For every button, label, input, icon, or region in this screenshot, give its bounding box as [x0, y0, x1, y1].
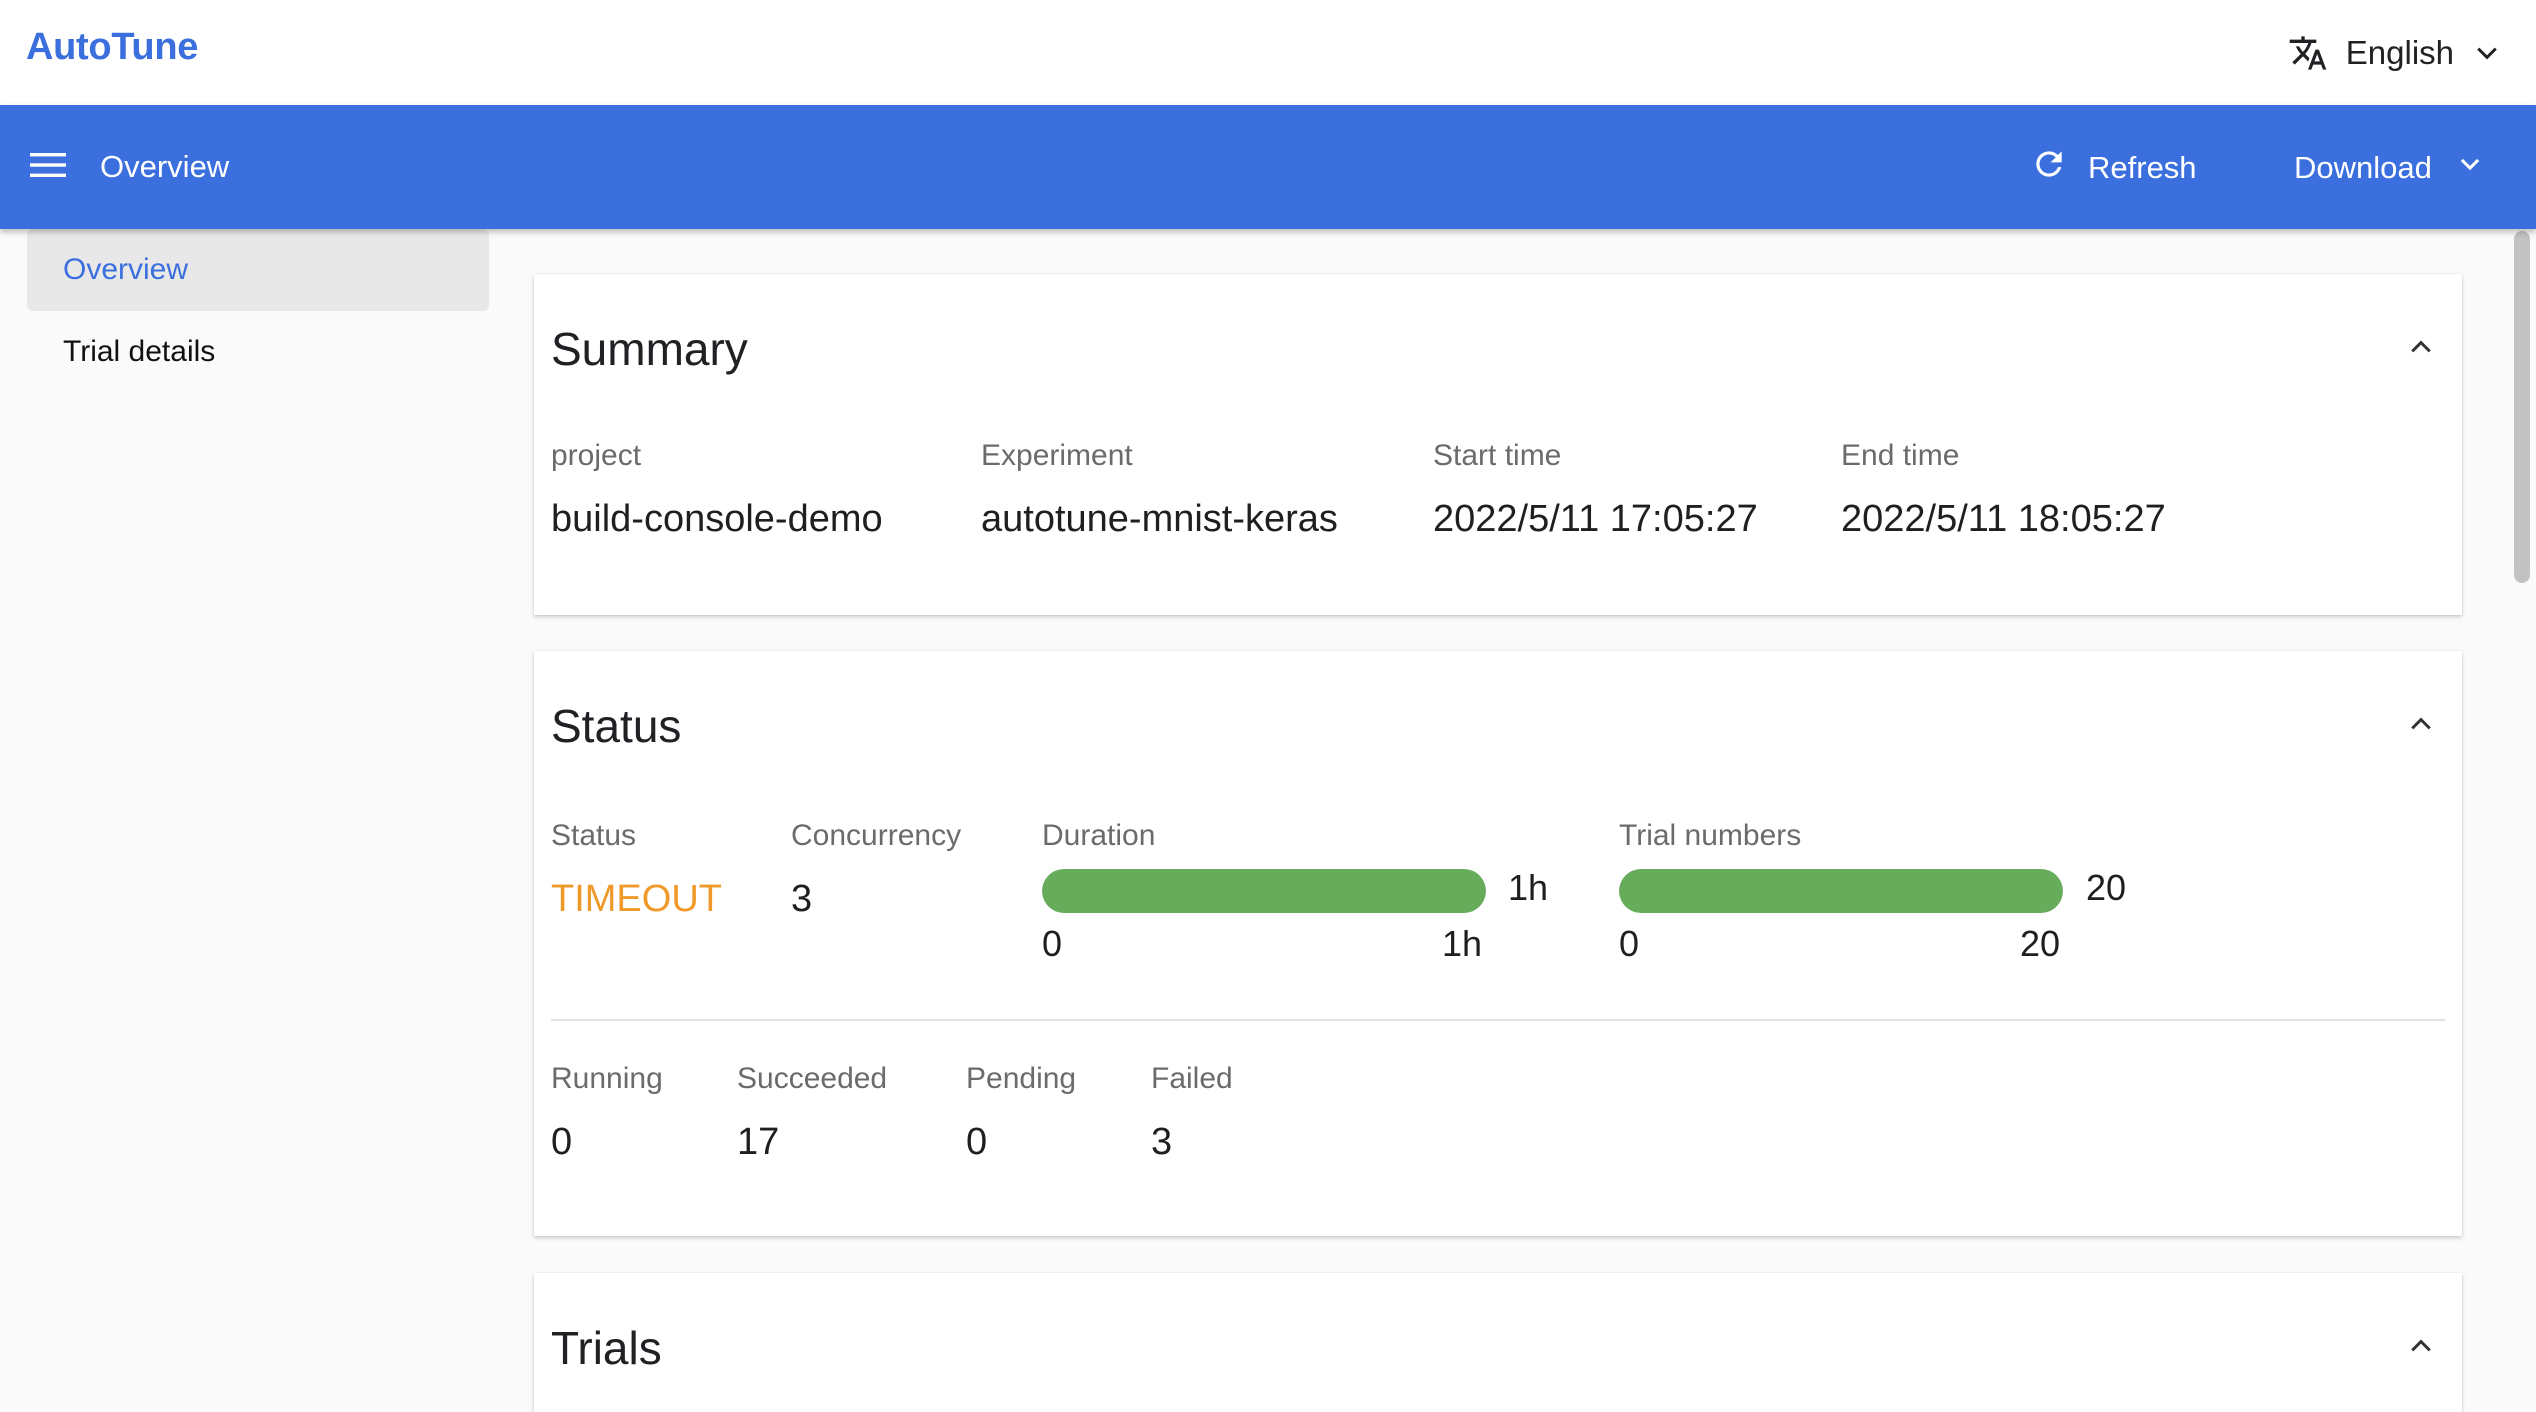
summary-title: Summary	[551, 323, 748, 375]
succeeded-label: Succeeded	[737, 1062, 888, 1095]
experiment-value: autotune-mnist-keras	[981, 498, 1338, 540]
start-time-value: 2022/5/11 17:05:27	[1433, 498, 1758, 540]
trials-card: Trials	[534, 1273, 2462, 1412]
status-badge: TIMEOUT	[551, 878, 722, 920]
duration-progress-fill	[1042, 869, 1486, 913]
trial-numbers-progress-bar	[1619, 869, 2063, 913]
summary-card: Summary project build-console-demo Exper…	[534, 274, 2462, 615]
brand-logo[interactable]: AutoTune	[26, 26, 198, 69]
start-time-label: Start time	[1433, 439, 1562, 472]
chevron-down-icon	[2472, 38, 2502, 68]
translate-icon	[2288, 33, 2328, 73]
sidebar-item-trial-details[interactable]: Trial details	[27, 311, 489, 393]
download-label: Download	[2294, 150, 2432, 185]
duration-current: 1h	[1508, 867, 1549, 908]
top-bar: AutoTune English	[0, 0, 2536, 105]
status-title: Status	[551, 700, 682, 752]
language-selector[interactable]: English	[2288, 28, 2502, 78]
project-value: build-console-demo	[551, 498, 883, 540]
status-card: Status Status TIMEOUT Concurrency 3 Dura…	[534, 651, 2462, 1236]
menu-icon[interactable]	[30, 150, 68, 185]
chevron-up-icon[interactable]	[2406, 1331, 2436, 1366]
trial-numbers-min: 0	[1619, 923, 1640, 964]
project-label: project	[551, 439, 642, 472]
failed-label: Failed	[1151, 1062, 1233, 1095]
end-time-value: 2022/5/11 18:05:27	[1841, 498, 2166, 540]
failed-value: 3	[1151, 1121, 1173, 1163]
duration-progress-bar	[1042, 869, 1486, 913]
sidebar-item-label: Overview	[63, 253, 189, 286]
concurrency-value: 3	[791, 878, 813, 920]
sidebar-item-label: Trial details	[63, 335, 216, 368]
language-label: English	[2345, 34, 2454, 71]
refresh-label: Refresh	[2088, 150, 2197, 185]
chevron-up-icon[interactable]	[2406, 332, 2436, 367]
duration-label: Duration	[1042, 819, 1156, 852]
refresh-button[interactable]: Refresh	[2030, 145, 2197, 191]
running-label: Running	[551, 1062, 663, 1095]
experiment-label: Experiment	[981, 439, 1133, 472]
concurrency-label: Concurrency	[791, 819, 962, 852]
running-value: 0	[551, 1121, 573, 1163]
duration-min: 0	[1042, 923, 1063, 964]
chevron-up-icon[interactable]	[2406, 709, 2436, 744]
pending-label: Pending	[966, 1062, 1077, 1095]
refresh-icon	[2030, 145, 2068, 191]
page-title: Overview	[100, 149, 230, 184]
trial-numbers-label: Trial numbers	[1619, 819, 1802, 852]
divider	[551, 1019, 2445, 1021]
succeeded-value: 17	[737, 1121, 780, 1163]
trials-title: Trials	[551, 1322, 662, 1374]
sidebar-item-overview[interactable]: Overview	[27, 229, 489, 311]
trial-numbers-progress-fill	[1619, 869, 2063, 913]
trial-numbers-current: 20	[2086, 867, 2127, 908]
status-label: Status	[551, 819, 637, 852]
chevron-down-icon	[2456, 150, 2484, 186]
duration-max: 1h	[1442, 923, 1483, 964]
end-time-label: End time	[1841, 439, 1960, 472]
app-bar: Overview Refresh Download	[0, 105, 2536, 229]
trial-numbers-max: 20	[2020, 923, 2061, 964]
download-button[interactable]: Download	[2294, 145, 2484, 191]
scrollbar-thumb[interactable]	[2514, 231, 2530, 583]
pending-value: 0	[966, 1121, 988, 1163]
